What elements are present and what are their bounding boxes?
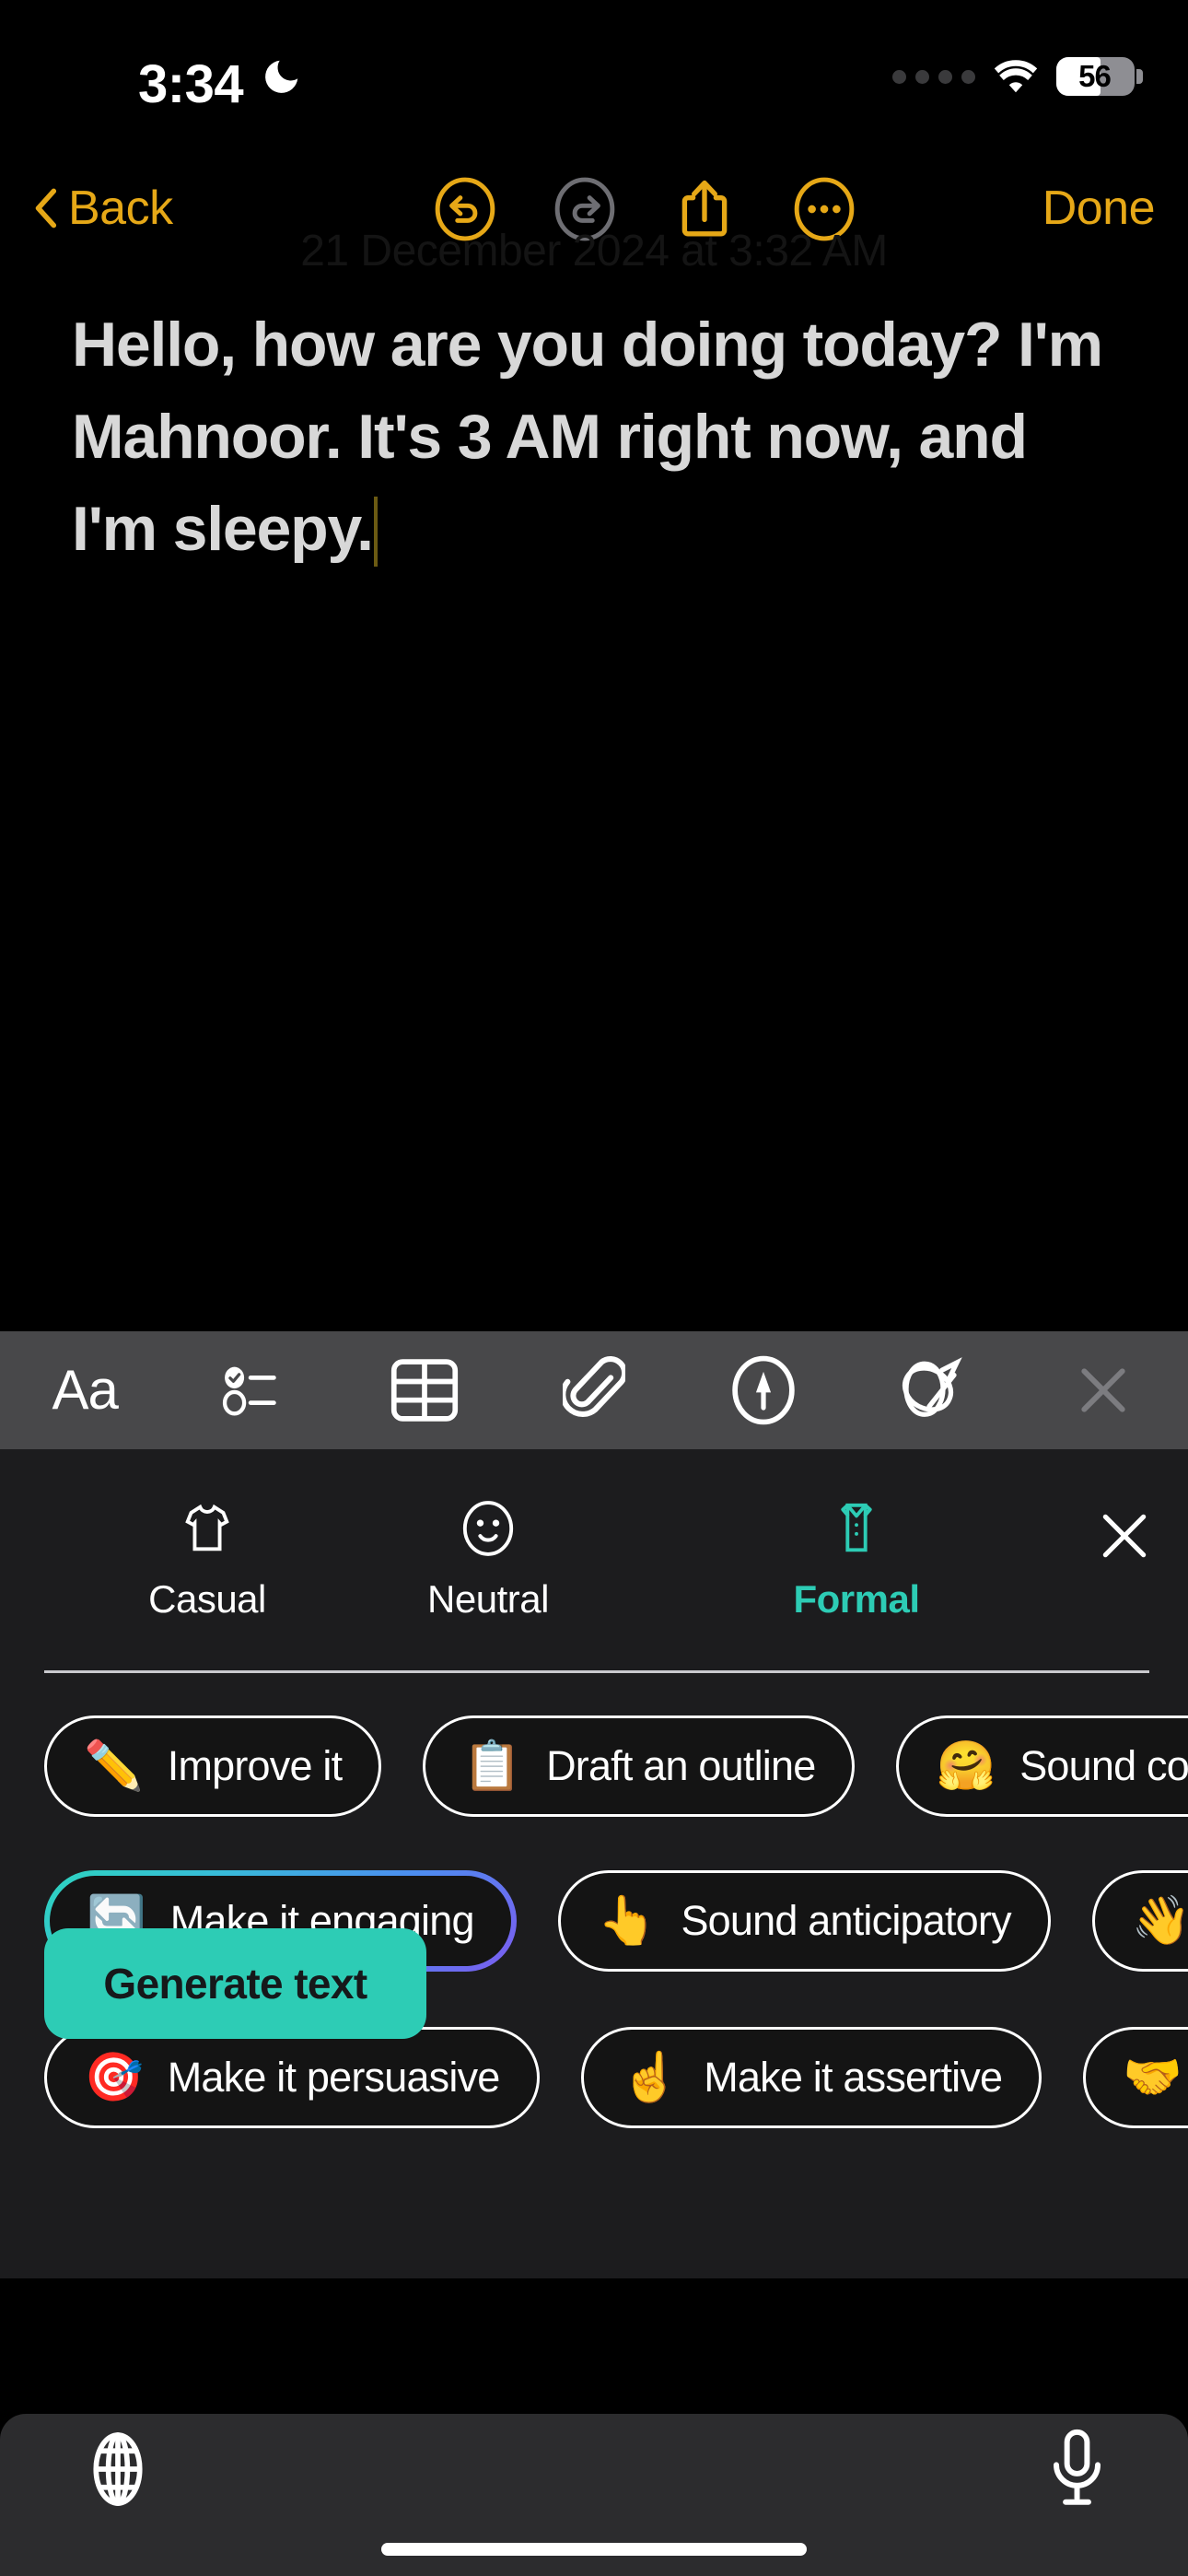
smiley-face-icon — [460, 1500, 517, 1557]
battery-percent-label: 56 — [1078, 59, 1112, 93]
status-bar: 3:34 56 — [0, 0, 1188, 138]
chip-label: Improve it — [167, 1742, 343, 1789]
globe-language-icon[interactable] — [79, 2430, 157, 2508]
apple-intelligence-sparkle-icon — [902, 1357, 962, 1417]
tone-option-neutral[interactable]: Neutral — [382, 1500, 594, 1622]
chip-sound-anticipatory[interactable]: 👆 Sound anticipatory — [557, 1870, 1051, 1972]
paperclip-icon — [562, 1356, 625, 1417]
tone-label-neutral: Neutral — [427, 1577, 549, 1621]
chip-improve-it[interactable]: ✏️ Improve it — [44, 1715, 382, 1817]
waving-hand-emoji: 👋 — [1131, 1894, 1188, 1948]
index-finger-up-emoji: 👆 — [597, 1894, 658, 1948]
chip-sound-compassionate[interactable]: 🤗 Sound com — [896, 1715, 1188, 1817]
note-editor[interactable]: Hello, how are you doing today? I'm Mahn… — [72, 299, 1122, 576]
close-writing-tools-button[interactable] — [1096, 1507, 1153, 1564]
generate-text-button[interactable]: Generate text — [44, 1928, 426, 2039]
table-button[interactable] — [340, 1357, 509, 1423]
pen-circle-markup-icon — [732, 1355, 795, 1425]
home-indicator-bar — [381, 2543, 807, 2556]
index-finger-emoji: ☝️ — [620, 2051, 681, 2104]
tone-option-casual[interactable]: Casual — [101, 1500, 313, 1622]
writing-tools-panel: Casual Neutral Formal ✏️ Improve it 📋 Dr… — [0, 1449, 1188, 2278]
crescent-moon-icon — [265, 60, 298, 93]
note-date-label: 21 December 2024 at 3:32 AM — [300, 227, 888, 275]
tone-selector: Casual Neutral Formal — [0, 1500, 1188, 1647]
battery-indicator: 56 — [1056, 57, 1143, 96]
close-x-icon — [1081, 1368, 1125, 1412]
chip-make-it-persuasive[interactable]: 🎯 Make it persuasive — [44, 2027, 540, 2128]
note-body-text: Hello, how are you doing today? I'm Mahn… — [72, 310, 1103, 564]
microphone-dictation-icon[interactable] — [1044, 2429, 1109, 2510]
chip-label: Make it assertive — [704, 2054, 1003, 2101]
checklist-icon — [223, 1366, 277, 1416]
table-grid-icon — [390, 1359, 458, 1422]
chip-label: Make it persuasive — [167, 2054, 501, 2101]
sparkle-pencil-emoji: ✏️ — [84, 1739, 144, 1793]
hugging-face-emoji: 🤗 — [936, 1739, 996, 1793]
checklist-button[interactable] — [169, 1359, 339, 1422]
status-bar-indicators: 56 — [892, 57, 1143, 96]
tone-option-formal[interactable]: Formal — [751, 1500, 962, 1622]
dart-target-emoji: 🎯 — [84, 2051, 144, 2104]
dress-shirt-icon — [832, 1500, 881, 1557]
writing-tools-button[interactable] — [848, 1355, 1018, 1425]
format-text-button[interactable]: Aa — [0, 1363, 169, 1418]
markup-button[interactable] — [679, 1355, 848, 1425]
generate-text-label: Generate text — [103, 1960, 367, 2008]
keyboard-bottom-bar — [0, 2414, 1188, 2576]
chip-label: Sound com — [1019, 1742, 1188, 1789]
suggestion-chip-row: ✏️ Improve it 📋 Draft an outline 🤗 Sound… — [44, 1712, 1188, 1821]
chip-handshake-suggestion[interactable]: 🤝 S — [1083, 2027, 1188, 2128]
aa-text-format-icon: Aa — [52, 1359, 118, 1421]
tshirt-icon — [180, 1500, 235, 1557]
close-keyboard-button[interactable] — [1019, 1362, 1188, 1419]
wifi-icon — [994, 60, 1038, 93]
handshake-emoji: 🤝 — [1123, 2051, 1183, 2104]
status-bar-time: 3:34 — [138, 54, 244, 114]
text-caret — [373, 496, 378, 567]
clipboard-emoji: 📋 — [462, 1739, 523, 1793]
format-toolbar: Aa — [0, 1331, 1188, 1449]
cellular-dots-icon — [892, 69, 975, 84]
chip-label: Sound anticipatory — [681, 1897, 1011, 1944]
chip-label: Draft an outline — [546, 1742, 816, 1789]
chevron-left-icon — [35, 188, 57, 228]
phone-screen: 3:34 56 Back Done 21 December 2024 at 3:… — [0, 0, 1188, 2576]
suggestion-chip-row: 🎯 Make it persuasive ☝️ Make it assertiv… — [44, 2023, 1188, 2132]
chip-draft-an-outline[interactable]: 📋 Draft an outline — [423, 1715, 856, 1817]
chip-make-it-assertive[interactable]: ☝️ Make it assertive — [580, 2027, 1042, 2128]
panel-divider — [44, 1670, 1149, 1673]
tone-label-formal: Formal — [793, 1577, 920, 1621]
chip-waving-hand[interactable]: 👋 — [1091, 1870, 1188, 1972]
tone-label-casual: Casual — [148, 1577, 266, 1621]
attachment-button[interactable] — [509, 1354, 679, 1426]
